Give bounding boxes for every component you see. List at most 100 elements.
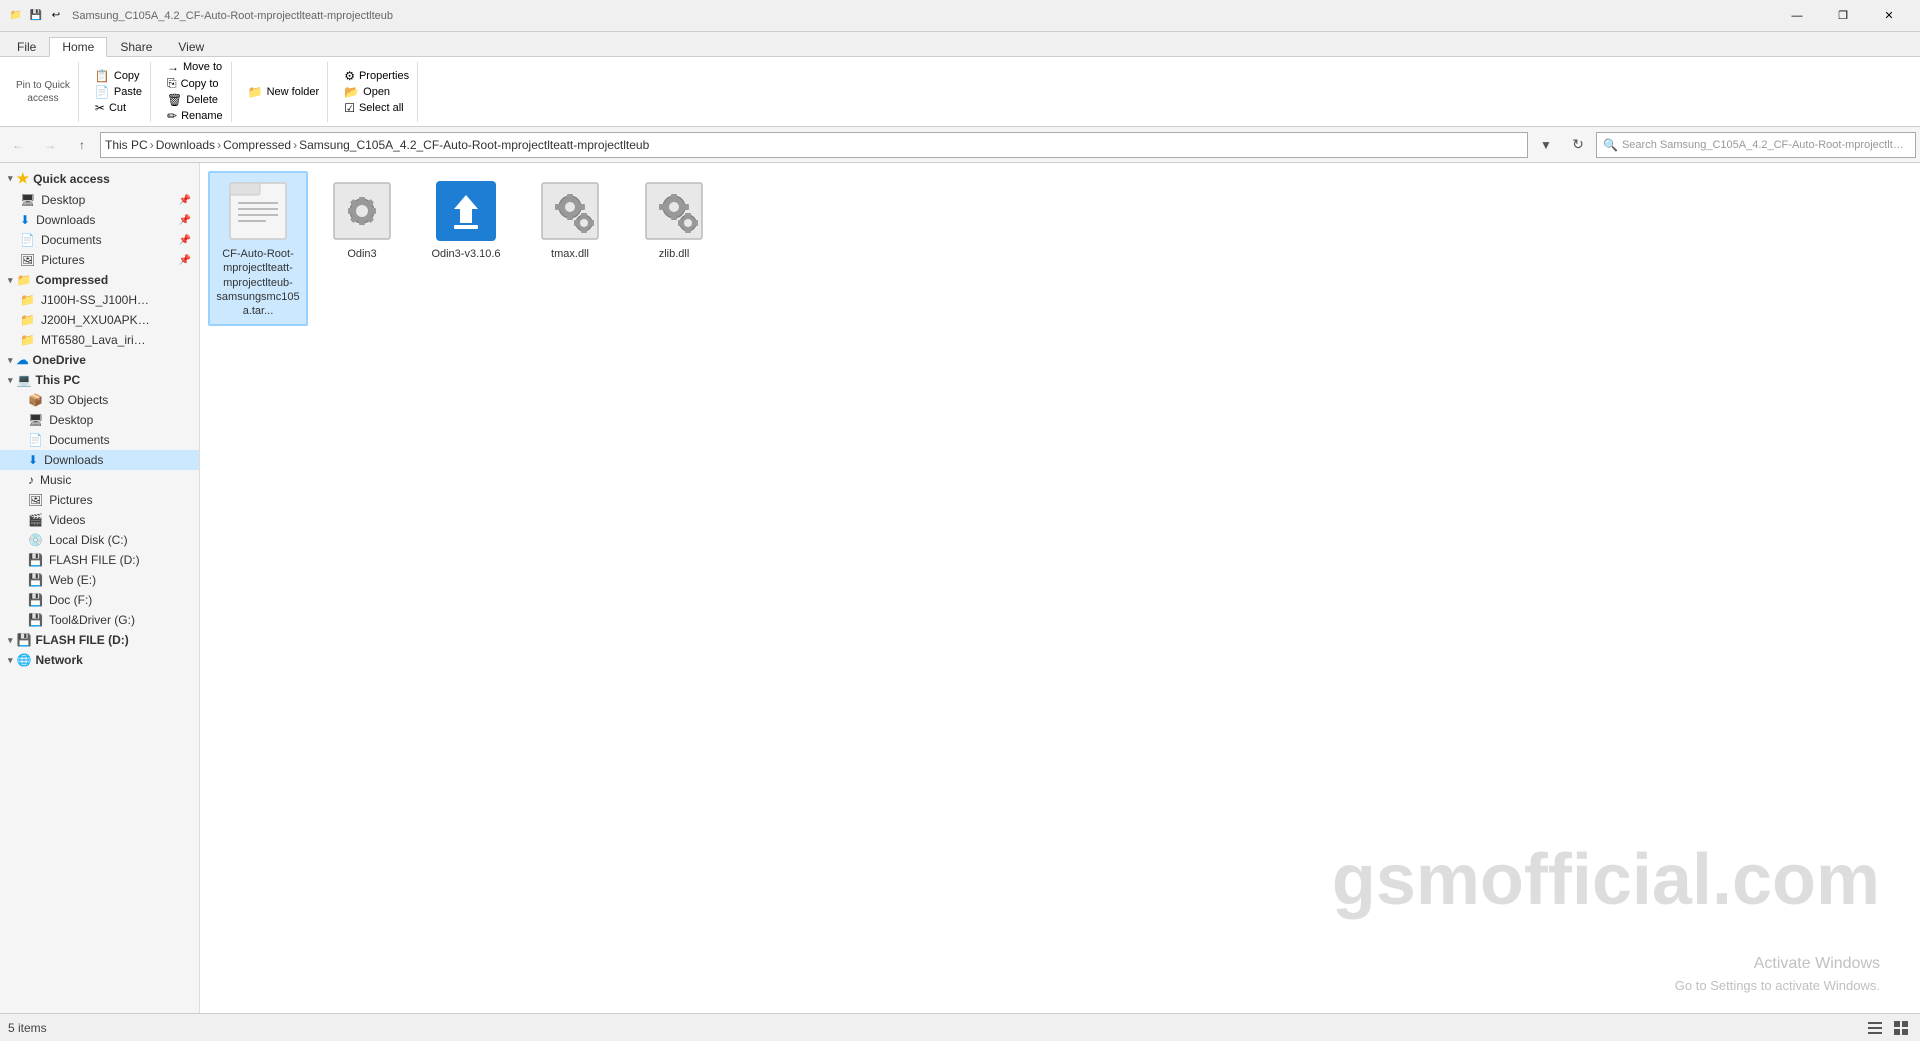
sidebar-item-j100h[interactable]: 📁 J100H-SS_J100HXC... xyxy=(0,290,199,310)
properties-button[interactable]: ⚙Properties xyxy=(344,69,409,83)
sidebar-item-desktop-pc[interactable]: 🖥 Desktop xyxy=(0,410,199,430)
restore-button[interactable]: ❐ xyxy=(1820,0,1866,32)
back-button[interactable]: ← xyxy=(4,131,32,159)
documents-pin: 📌 xyxy=(179,235,191,246)
path-folder[interactable]: Samsung_C105A_4.2_CF-Auto-Root-mprojectl… xyxy=(299,138,649,152)
music-label: Music xyxy=(40,473,71,487)
tar-file-label: CF-Auto-Root-mprojectlteatt-mprojectlteu… xyxy=(214,247,302,318)
path-compressed[interactable]: Compressed xyxy=(223,138,291,152)
address-path[interactable]: This PC › Downloads › Compressed › Samsu… xyxy=(100,132,1528,158)
pin-quick-access-label: Pin to Quick xyxy=(16,80,70,91)
sidebar-item-videos[interactable]: 🎬 Videos xyxy=(0,510,199,530)
status-bar: 5 items xyxy=(0,1013,1920,1041)
videos-label: Videos xyxy=(49,513,85,527)
onedrive-chevron: ▾ xyxy=(8,355,13,366)
path-downloads[interactable]: Downloads xyxy=(156,138,215,152)
desktop-pc-icon: 🖥 xyxy=(28,413,43,427)
pictures-qa-icon: 🖼 xyxy=(20,253,35,267)
file-item-odin3v[interactable]: Odin3-v3.10.6 xyxy=(416,171,516,326)
odin3-label: Odin3 xyxy=(347,247,376,261)
file-item-tmax[interactable]: tmax.dll xyxy=(520,171,620,326)
downloads-pc-icon: ⬇ xyxy=(28,453,38,467)
sidebar-compressed-header[interactable]: ▾ 📁 Compressed xyxy=(0,270,199,290)
select-all-button[interactable]: ☑Select all xyxy=(344,101,409,115)
forward-button[interactable]: → xyxy=(36,131,64,159)
copy-button[interactable]: 📋Copy xyxy=(95,69,142,83)
ribbon-tabs: File Home Share View xyxy=(0,32,1920,56)
new-folder-button[interactable]: 📁New folder xyxy=(248,85,320,99)
move-to-button[interactable]: →Move to xyxy=(167,60,223,74)
music-icon: ♪ xyxy=(28,473,34,487)
path-thispc[interactable]: This PC xyxy=(105,138,148,152)
flashfile-label: FLASH FILE (D:) xyxy=(35,633,128,647)
ribbon-content: Pin to Quick access 📋Copy 📄Paste ✂Cut →M… xyxy=(0,56,1920,126)
list-view-button[interactable] xyxy=(1864,1017,1886,1039)
sidebar-network-header[interactable]: ▾ 🌐 Network xyxy=(0,650,199,670)
refresh-button[interactable]: ↻ xyxy=(1564,131,1592,159)
flashfile-chevron: ▾ xyxy=(8,635,13,646)
file-item-zlib[interactable]: zlib.dll xyxy=(624,171,724,326)
quickaccess-chevron: ▾ xyxy=(8,173,13,184)
sidebar-item-pictures-qa[interactable]: 🖼 Pictures 📌 xyxy=(0,250,199,270)
tab-view[interactable]: View xyxy=(165,37,217,56)
sidebar-item-3dobjects[interactable]: 📦 3D Objects xyxy=(0,390,199,410)
sidebar-item-pictures-pc[interactable]: 🖼 Pictures xyxy=(0,490,199,510)
title-text: Samsung_C105A_4.2_CF-Auto-Root-mprojectl… xyxy=(72,10,393,22)
downloads-qa-icon: ⬇ xyxy=(20,213,30,227)
flash-d-label: FLASH FILE (D:) xyxy=(49,553,140,567)
open-button[interactable]: 📂Open xyxy=(344,85,409,99)
sidebar-item-local-disk[interactable]: 💿 Local Disk (C:) xyxy=(0,530,199,550)
thispc-label: This PC xyxy=(35,373,80,387)
paste-button[interactable]: 📄Paste xyxy=(95,85,142,99)
desktop-pin: 📌 xyxy=(179,195,191,206)
tab-home[interactable]: Home xyxy=(49,37,107,57)
grid-view-button[interactable] xyxy=(1890,1017,1912,1039)
address-bar: ← → ↑ This PC › Downloads › Compressed ›… xyxy=(0,127,1920,163)
sidebar-onedrive-header[interactable]: ▾ ☁ OneDrive xyxy=(0,350,199,370)
rename-button[interactable]: ✏Rename xyxy=(167,109,223,123)
network-chevron: ▾ xyxy=(8,655,13,666)
folder-icon: 📁 xyxy=(8,8,24,24)
sidebar-item-music[interactable]: ♪ Music xyxy=(0,470,199,490)
desktop-label: Desktop xyxy=(41,193,85,207)
sidebar-item-desktop[interactable]: 🖥 Desktop 📌 xyxy=(0,190,199,210)
sidebar-item-tooldriver-g[interactable]: 💾 Tool&Driver (G:) xyxy=(0,610,199,630)
copy-to-button[interactable]: ⎘Copy to xyxy=(167,76,223,91)
ribbon: File Home Share View Pin to Quick access… xyxy=(0,32,1920,127)
content-area: CF-Auto-Root-mprojectlteatt-mprojectlteu… xyxy=(200,163,1920,1014)
j100h-icon: 📁 xyxy=(20,293,35,307)
dropdown-button[interactable]: ▼ xyxy=(1532,131,1560,159)
tooldriver-g-icon: 💾 xyxy=(28,613,43,627)
sidebar-item-downloads-qa[interactable]: ⬇ Downloads 📌 xyxy=(0,210,199,230)
sidebar-item-downloads-pc[interactable]: ⬇ Downloads xyxy=(0,450,199,470)
file-item-tar[interactable]: CF-Auto-Root-mprojectlteatt-mprojectlteu… xyxy=(208,171,308,326)
pictures-qa-label: Pictures xyxy=(41,253,84,267)
sidebar-item-j200h[interactable]: 📁 J200H_XXU0APK1_C... xyxy=(0,310,199,330)
sidebar-thispc-header[interactable]: ▾ 💻 This PC xyxy=(0,370,199,390)
tmax-label: tmax.dll xyxy=(551,247,589,261)
up-button[interactable]: ↑ xyxy=(68,131,96,159)
odin3v-file-icon xyxy=(434,179,498,243)
sidebar-item-flash-file-d[interactable]: 💾 FLASH FILE (D:) xyxy=(0,550,199,570)
cut-button[interactable]: ✂Cut xyxy=(95,101,142,115)
3dobjects-icon: 📦 xyxy=(28,393,43,407)
compressed-chevron: ▾ xyxy=(8,275,13,286)
sidebar-flashfile-header[interactable]: ▾ 💾 FLASH FILE (D:) xyxy=(0,630,199,650)
local-disk-label: Local Disk (C:) xyxy=(49,533,128,547)
file-item-odin3[interactable]: Odin3 xyxy=(312,171,412,326)
undo-icon: ↩ xyxy=(48,8,64,24)
file-grid: CF-Auto-Root-mprojectlteatt-mprojectlteu… xyxy=(208,171,1912,326)
sidebar-item-documents-pc[interactable]: 📄 Documents xyxy=(0,430,199,450)
delete-button[interactable]: 🗑Delete xyxy=(167,93,223,107)
sidebar-item-documents-qa[interactable]: 📄 Documents 📌 xyxy=(0,230,199,250)
search-box[interactable]: 🔍 Search Samsung_C105A_4.2_CF-Auto-Root-… xyxy=(1596,132,1916,158)
sidebar-item-doc-f[interactable]: 💾 Doc (F:) xyxy=(0,590,199,610)
tab-share[interactable]: Share xyxy=(107,37,165,56)
sidebar-item-mt6580[interactable]: 📁 MT6580_Lava_iris_... xyxy=(0,330,199,350)
tab-file[interactable]: File xyxy=(4,37,49,56)
minimize-button[interactable]: — xyxy=(1774,0,1820,32)
sidebar-quickaccess-header[interactable]: ▾ ★ Quick access xyxy=(0,167,199,190)
onedrive-icon: ☁ xyxy=(17,353,29,367)
close-button[interactable]: ✕ xyxy=(1866,0,1912,32)
sidebar-item-web-e[interactable]: 💾 Web (E:) xyxy=(0,570,199,590)
